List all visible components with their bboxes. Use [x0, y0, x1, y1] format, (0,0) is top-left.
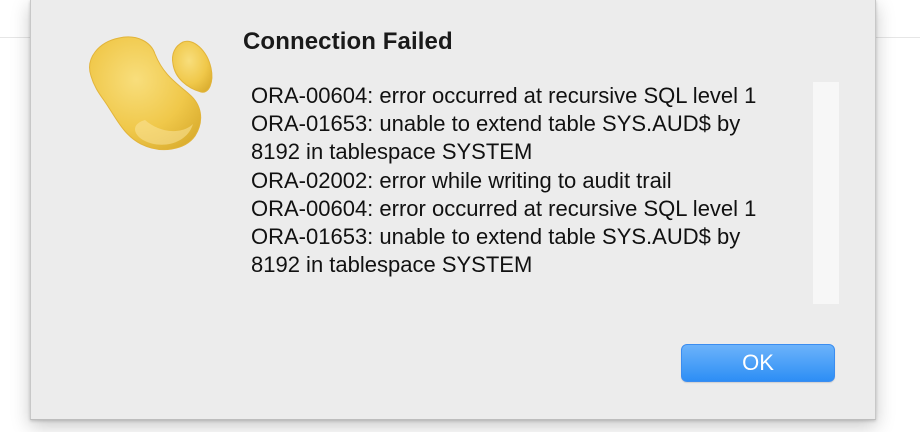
error-message-line: ORA-01653: unable to extend table SYS.AU… — [251, 224, 741, 250]
error-message-line: 8192 in tablespace SYSTEM — [251, 252, 533, 278]
background-window-edge — [876, 37, 920, 38]
navicat-logo-icon — [75, 24, 231, 158]
error-message-area: ORA-00604: error occurred at recursive S… — [243, 82, 839, 304]
error-message-line: ORA-00604: error occurred at recursive S… — [251, 195, 757, 221]
error-message-line: ORA-00604: error occurred at recursive S… — [251, 83, 757, 108]
error-message-line: ORA-02002: error while writing to audit … — [251, 167, 672, 193]
dialog-title: Connection Failed — [243, 28, 453, 55]
background-window-edge — [0, 37, 30, 38]
error-message-line: 8192 in tablespace SYSTEM — [251, 139, 533, 165]
message-scrollbar[interactable] — [813, 82, 839, 304]
error-message-line: ORA-01653: unable to extend table SYS.AU… — [251, 111, 741, 137]
ok-button[interactable]: OK — [681, 344, 835, 382]
error-message-text: ORA-00604: error occurred at recursive S… — [251, 82, 811, 279]
error-dialog: Connection Failed ORA-00604: error occur… — [30, 0, 876, 420]
